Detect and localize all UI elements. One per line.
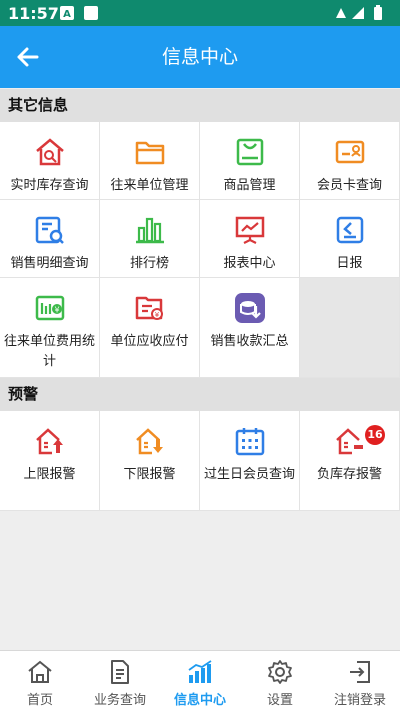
menu-item-partner-fee-stats[interactable]: ¥ 往来单位费用统计 bbox=[0, 278, 100, 378]
notification-a-icon: A bbox=[60, 6, 74, 20]
info-center-icon bbox=[188, 660, 212, 683]
menu-item-label: 下限报警 bbox=[123, 467, 176, 482]
wifi-icon bbox=[336, 8, 346, 18]
nav-tab-settings[interactable]: 设置 bbox=[240, 651, 320, 712]
nav-tab-home[interactable]: 首页 bbox=[0, 651, 80, 712]
menu-item-ranking[interactable]: 排行榜 bbox=[100, 200, 200, 278]
menu-item-label: 会员卡查询 bbox=[316, 178, 382, 193]
menu-item-upper-limit-alarm[interactable]: 上限报警 bbox=[0, 411, 100, 511]
menu-item-label: 往来单位管理 bbox=[110, 178, 189, 193]
menu-item-label: 排行榜 bbox=[129, 256, 169, 271]
money-stats-icon: ¥ bbox=[35, 295, 65, 321]
menu-item-receivable-payable[interactable]: ¥ 单位应收应付 bbox=[100, 278, 200, 378]
notification-count-badge: 16 bbox=[365, 425, 385, 445]
menu-item-member-card[interactable]: 会员卡查询 bbox=[300, 122, 400, 200]
page-title: 信息中心 bbox=[161, 46, 238, 68]
shopping-bag-icon bbox=[236, 138, 264, 166]
upper-limit-alarm-icon bbox=[36, 428, 63, 455]
document-search-icon bbox=[35, 216, 64, 244]
logout-icon bbox=[350, 661, 370, 683]
menu-item-product-management[interactable]: 商品管理 bbox=[200, 122, 300, 200]
signal-battery-icons bbox=[336, 5, 382, 20]
nav-label: 业务查询 bbox=[93, 693, 146, 708]
menu-item-label: 实时库存查询 bbox=[10, 178, 89, 193]
nav-label: 信息中心 bbox=[173, 693, 226, 708]
notification-square-icon bbox=[84, 6, 98, 20]
menu-item-birthday-members[interactable]: 过生日会员查询 bbox=[200, 411, 300, 511]
menu-item-label: 商品管理 bbox=[223, 178, 276, 193]
battery-icon bbox=[374, 7, 382, 20]
menu-item-label: 销售明细查询 bbox=[10, 256, 89, 271]
nav-label: 设置 bbox=[266, 693, 293, 708]
menu-item-partner-management[interactable]: 往来单位管理 bbox=[100, 122, 200, 200]
nav-tab-logout[interactable]: 注销登录 bbox=[320, 651, 400, 712]
menu-item-sales-detail[interactable]: 销售明细查询 bbox=[0, 200, 100, 278]
home-icon bbox=[28, 660, 52, 683]
other-info-grid: 实时库存查询 往来单位管理 商品管理 会员卡查询 销售明细查询 排行榜 报表中心… bbox=[0, 122, 400, 378]
menu-item-lower-limit-alarm[interactable]: 下限报警 bbox=[100, 411, 200, 511]
lower-limit-alarm-icon bbox=[136, 428, 163, 455]
status-time: 11:57 bbox=[8, 4, 59, 23]
svg-text:¥: ¥ bbox=[155, 311, 160, 319]
nav-label: 注销登录 bbox=[333, 693, 386, 708]
warnings-grid: 上限报警 下限报警 过生日会员查询 16 负库存报警 bbox=[0, 411, 400, 511]
menu-item-label: 日报 bbox=[336, 256, 363, 271]
menu-item-label: 往来单位费用统计 bbox=[3, 334, 95, 369]
birthday-calendar-icon bbox=[235, 428, 265, 456]
svg-text:A: A bbox=[63, 9, 71, 20]
menu-item-realtime-stock[interactable]: 实时库存查询 bbox=[0, 122, 100, 200]
payment-summary-icon bbox=[235, 293, 265, 323]
section-header-other-info: 其它信息 bbox=[0, 89, 400, 122]
nav-tab-business-query[interactable]: 业务查询 bbox=[80, 651, 160, 712]
menu-item-label: 单位应收应付 bbox=[110, 334, 189, 349]
menu-item-negative-stock-alarm[interactable]: 16 负库存报警 bbox=[300, 411, 400, 511]
receivable-payable-icon: ¥ bbox=[135, 296, 163, 320]
section-header-warnings: 预警 bbox=[0, 378, 400, 411]
folder-icon bbox=[135, 141, 165, 165]
menu-item-report-center[interactable]: 报表中心 bbox=[200, 200, 300, 278]
presentation-chart-icon bbox=[235, 216, 265, 244]
menu-item-sales-payment-summary[interactable]: 销售收款汇总 bbox=[200, 278, 300, 378]
menu-item-label: 负库存报警 bbox=[316, 467, 382, 482]
menu-item-label: 报表中心 bbox=[223, 256, 276, 271]
negative-stock-alarm-icon bbox=[336, 428, 363, 455]
menu-item-label: 销售收款汇总 bbox=[210, 334, 289, 349]
house-search-icon bbox=[36, 138, 64, 166]
business-query-icon bbox=[111, 660, 129, 684]
member-card-icon bbox=[335, 140, 365, 164]
back-arrow-icon[interactable] bbox=[10, 39, 46, 75]
nav-label: 首页 bbox=[26, 693, 53, 708]
bar-chart-icon bbox=[136, 217, 164, 244]
app-bar: 信息中心 bbox=[0, 26, 400, 88]
bottom-nav: 首页 业务查询 信息中心 设置 注销登录 bbox=[0, 650, 400, 712]
svg-text:¥: ¥ bbox=[54, 306, 59, 315]
settings-gear-icon bbox=[268, 660, 292, 684]
menu-item-daily-report[interactable]: 日报 bbox=[300, 200, 400, 278]
menu-item-label: 过生日会员查询 bbox=[203, 467, 295, 482]
daily-report-icon bbox=[336, 216, 364, 244]
empty-cell bbox=[300, 278, 400, 378]
cell-signal-icon bbox=[352, 7, 364, 19]
menu-item-label: 上限报警 bbox=[23, 467, 76, 482]
status-bar: 11:57 A bbox=[0, 0, 400, 26]
nav-tab-info-center[interactable]: 信息中心 bbox=[160, 651, 240, 712]
